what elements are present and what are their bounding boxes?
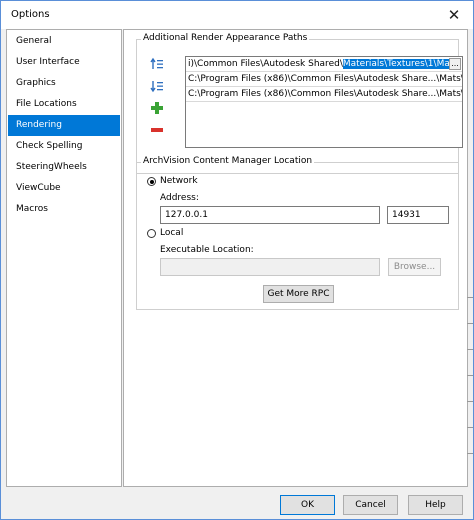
- local-label: Local: [160, 228, 184, 238]
- add-icon[interactable]: [150, 101, 164, 115]
- address-label: Address:: [160, 193, 199, 203]
- render-paths-group: Additional Render Appearance Paths i)\Co…: [136, 33, 463, 174]
- move-down-icon[interactable]: [150, 79, 164, 93]
- help-button[interactable]: Help: [408, 495, 463, 515]
- render-paths-list[interactable]: i)\Common Files\Autodesk Shared\Material…: [185, 56, 463, 148]
- executable-location-input[interactable]: [160, 258, 380, 276]
- nav-item-check-spelling[interactable]: Check Spelling: [8, 136, 120, 157]
- ok-button[interactable]: OK: [280, 495, 335, 515]
- browse-path-button[interactable]: ...: [449, 58, 461, 70]
- close-icon[interactable]: ✕: [443, 5, 465, 25]
- nav-item-user-interface[interactable]: User Interface: [8, 52, 120, 73]
- scrollbar-tick: [467, 427, 473, 428]
- scrollbar-tick: [467, 453, 473, 454]
- options-nav: General User Interface Graphics File Loc…: [6, 29, 122, 487]
- remove-icon[interactable]: [150, 123, 164, 137]
- local-radio[interactable]: [147, 229, 156, 238]
- nav-item-rendering[interactable]: Rendering: [8, 115, 120, 136]
- network-radio[interactable]: [147, 177, 156, 186]
- path-selection: Materials\Textures\1\Mats\: [342, 59, 462, 69]
- path-prefix: i)\Common Files\Autodesk Shared\: [188, 59, 343, 69]
- nav-item-viewcube[interactable]: ViewCube: [8, 178, 120, 199]
- executable-location-label: Executable Location:: [160, 245, 254, 255]
- title-bar: Options ✕: [1, 1, 473, 29]
- path-row[interactable]: C:\Program Files (x86)\Common Files\Auto…: [186, 72, 462, 87]
- path-row[interactable]: i)\Common Files\Autodesk Shared\Material…: [186, 57, 462, 72]
- path-row[interactable]: C:\Program Files (x86)\Common Files\Auto…: [186, 87, 462, 102]
- archvision-group: ArchVision Content Manager Location Netw…: [136, 156, 459, 310]
- options-dialog: Options ✕ General User Interface Graphic…: [0, 0, 474, 520]
- scrollbar-tick: [467, 297, 473, 298]
- nav-item-file-locations[interactable]: File Locations: [8, 94, 120, 115]
- browse-button[interactable]: Browse...: [388, 258, 441, 276]
- nav-item-general[interactable]: General: [8, 31, 120, 52]
- scrollbar-tick: [467, 349, 473, 350]
- scrollbar-tick: [467, 401, 473, 402]
- nav-item-macros[interactable]: Macros: [8, 199, 120, 220]
- move-up-icon[interactable]: [150, 57, 164, 71]
- cancel-button[interactable]: Cancel: [343, 495, 398, 515]
- nav-item-steeringwheels[interactable]: SteeringWheels: [8, 157, 120, 178]
- address-input[interactable]: 127.0.0.1: [160, 206, 380, 224]
- port-input[interactable]: 14931: [387, 206, 449, 224]
- get-more-rpc-button[interactable]: Get More RPC: [263, 285, 334, 303]
- rendering-panel: Additional Render Appearance Paths i)\Co…: [123, 29, 468, 487]
- nav-item-graphics[interactable]: Graphics: [8, 73, 120, 94]
- network-label: Network: [160, 176, 198, 186]
- archvision-label: ArchVision Content Manager Location: [141, 156, 315, 166]
- scrollbar-tick: [467, 375, 473, 376]
- window-title: Options: [11, 9, 50, 20]
- scrollbar-tick: [467, 323, 473, 324]
- render-paths-label: Additional Render Appearance Paths: [141, 33, 310, 43]
